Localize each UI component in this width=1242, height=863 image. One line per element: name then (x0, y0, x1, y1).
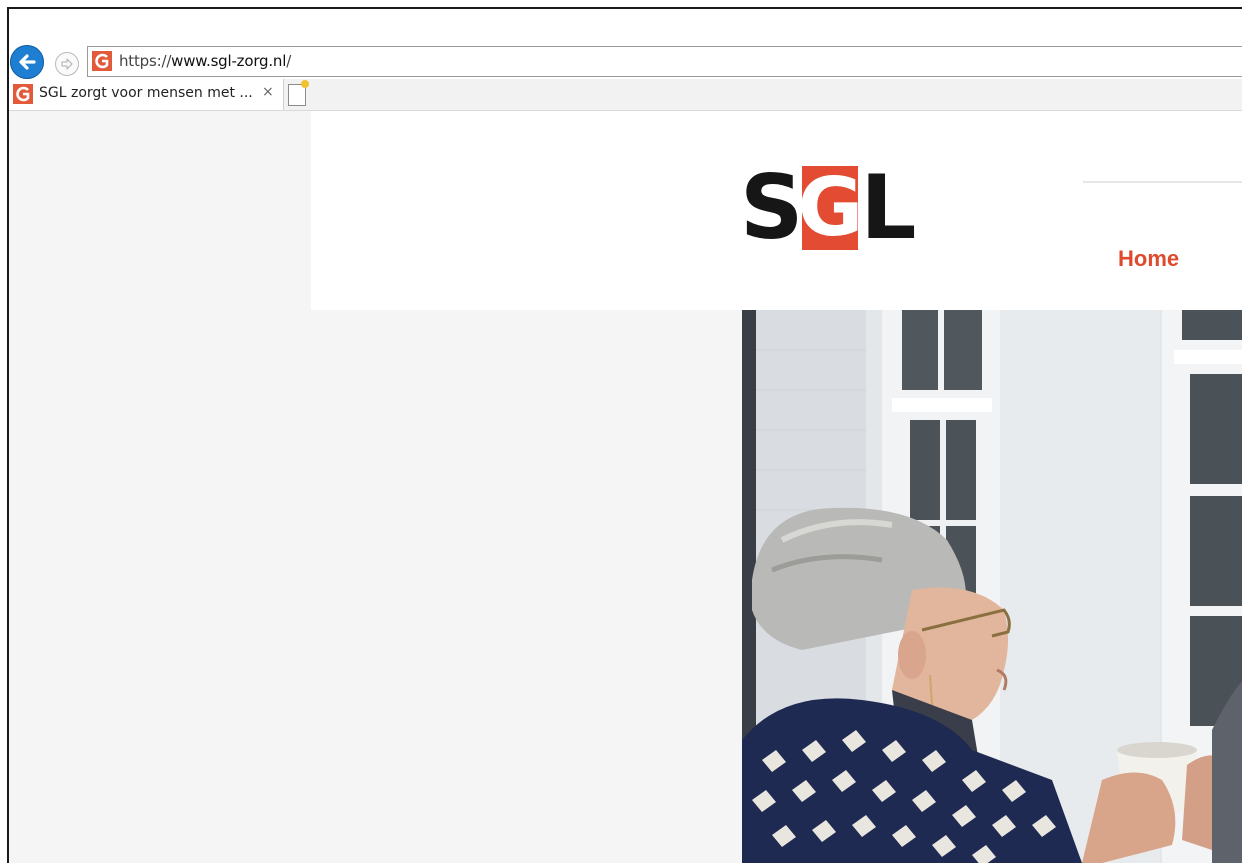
tab-strip: SGL zorgt voor mensen met ... × (9, 79, 1242, 111)
sgl-logo[interactable]: S G L (740, 156, 916, 259)
logo-letter-l: L (860, 156, 916, 259)
navigation-bar: https://www.sgl-zorg.nl/ (9, 43, 1242, 79)
hero-photo (742, 310, 1242, 863)
logo-letter-s: S (740, 156, 803, 259)
tab-active[interactable]: SGL zorgt voor mensen met ... × (9, 79, 284, 110)
back-arrow-icon (19, 54, 36, 70)
logo-letter-g-block: G (798, 166, 863, 250)
back-button[interactable] (10, 45, 44, 79)
url-text: https://www.sgl-zorg.nl/ (119, 52, 291, 70)
tab-title: SGL zorgt voor mensen met ... (39, 85, 253, 101)
sgl-favicon-icon (92, 51, 112, 71)
address-bar[interactable]: https://www.sgl-zorg.nl/ (87, 46, 1242, 77)
new-tab-icon (301, 80, 309, 88)
logo-letter-g: G (797, 161, 864, 254)
hero-photo-illustration (742, 310, 1242, 863)
tab-favicon-icon (13, 84, 33, 104)
site-header: S G L Home (311, 111, 1242, 310)
header-divider (1083, 181, 1242, 183)
nav-home-link[interactable]: Home (1118, 246, 1179, 272)
url-scheme: https:// (119, 52, 172, 70)
tab-close-icon[interactable]: × (262, 84, 274, 100)
page-viewport: S G L Home (9, 111, 1242, 863)
url-path: / (286, 52, 292, 70)
forward-button[interactable] (55, 52, 79, 76)
forward-arrow-icon (61, 58, 73, 70)
browser-window: https://www.sgl-zorg.nl/ SGL zorgt voor … (7, 7, 1242, 863)
url-host: www.sgl-zorg.nl (171, 52, 287, 70)
